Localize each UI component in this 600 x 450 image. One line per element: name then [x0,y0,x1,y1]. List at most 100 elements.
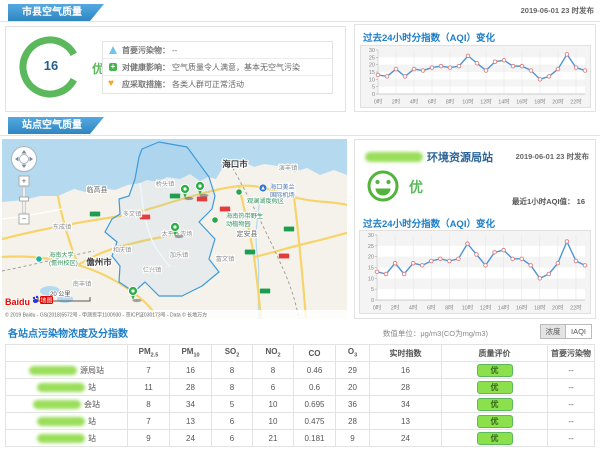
station-name-redaction [37,434,85,443]
svg-text:20: 20 [369,63,375,69]
station-name-cell: 源局站 [6,362,128,379]
tab-city-label: 市县空气质量 [22,7,82,18]
table-row: 站1128860.62028优-- [6,379,595,396]
value-cell: 28 [336,413,370,430]
city-publish-time: 2019-06-01 23 时发布 [521,5,594,16]
value-cell: 16 [170,362,212,379]
value-cell: 8 [128,396,170,413]
station-name-redaction [33,400,81,409]
grade-cell: 优 [442,396,548,413]
value-cell: 36 [336,396,370,413]
svg-text:20时: 20时 [552,304,564,312]
grade-cell: 优 [442,413,548,430]
info-value: 各类人群可正常活动 [172,79,244,90]
info-value: 空气质量令人满意，基本无空气污染 [172,62,300,73]
grade-cell: 优 [442,430,548,447]
divider [0,21,600,22]
value-cell: 0.46 [294,362,336,379]
value-cell: 5 [212,396,253,413]
health-plus-icon [109,63,117,71]
airport-label: 海口美兰 [270,183,295,191]
primary-pollutant-cell: -- [548,413,595,430]
tab-station-air-quality: 站点空气质量 [8,117,104,134]
svg-text:−: − [22,215,27,224]
value-cell: 28 [170,379,212,396]
map-pan-control[interactable] [12,147,37,172]
svg-text:12时: 12时 [480,304,492,312]
heart-icon [109,81,117,89]
map-town-label: 加乐镇 [170,251,189,259]
road-shield-green [284,226,295,231]
info-label: 首要污染物： [122,45,170,56]
map-city-label: 儋州市 [86,257,112,267]
svg-text:15: 15 [368,266,374,272]
value-cell: 0.6 [294,379,336,396]
svg-text:4时: 4时 [409,304,418,312]
table-header-row: PM2.5PM10SO2NO2COO3实时指数质量评价首要污染物 [6,345,595,362]
value-cell: 0.475 [294,413,336,430]
svg-text:6时: 6时 [427,304,436,312]
table-row: 源局站716880.462916优-- [6,362,595,379]
svg-text:25: 25 [368,244,374,250]
column-header: PM2.5 [128,345,170,362]
grade-cell: 优 [442,362,548,379]
svg-text:5: 5 [372,85,375,91]
station-name-suffix: 站 [88,383,96,392]
svg-text:30: 30 [369,48,375,54]
value-cell: 28 [370,379,442,396]
city-chart-card: 过去24小时分指数（AQI）变化 0510152025300时2时4时6时8时1… [354,24,596,112]
map-town-label: 东成镇 [53,223,72,231]
value-cell: 10 [253,413,294,430]
svg-text:16时: 16时 [516,304,528,312]
tab-station-label: 站点空气质量 [22,120,82,131]
value-cell: 9 [128,430,170,447]
svg-text:2时: 2时 [391,304,400,312]
primary-pollutant-cell: -- [548,362,595,379]
station-grade: 优 [409,177,423,197]
map-scale-label: 20 公里 [50,291,70,298]
station-name-redaction [37,417,85,426]
road-shield-green [170,193,181,198]
svg-text:20时: 20时 [552,98,564,106]
svg-text:0时: 0时 [374,98,383,106]
unit-toggle-浓度[interactable]: 浓度 [540,324,566,339]
svg-text:22时: 22时 [570,304,582,312]
map-zoom-control[interactable]: + − [19,176,29,224]
aqi-info-row: 首要污染物：-- [103,42,332,59]
poi-icon [212,217,218,223]
value-cell: 16 [370,362,442,379]
poi-icon [236,189,242,195]
road-shield-green [260,288,271,293]
svg-text:15: 15 [369,70,375,76]
grade-badge: 优 [477,398,513,411]
station-map[interactable]: 海口市儋州市临高县定安县桥头镇多文镇东成镇和庆镇仁兴镇南丰镇加乐镇太平乡农场富文… [2,139,347,319]
tab-city-air-quality: 市县空气质量 [8,4,104,21]
map-poi-label: 动植物园 [226,220,251,228]
aqi-info-row: 应采取措施：各类人群可正常活动 [103,76,332,93]
svg-text:14时: 14时 [498,98,510,106]
svg-text:Baidu: Baidu [5,297,30,307]
svg-text:0时: 0时 [373,304,382,312]
svg-text:8时: 8时 [446,98,455,106]
city-aqi-card: 16 优 首要污染物：--对健康影响：空气质量令人满意，基本无空气污染应采取措施… [5,26,346,112]
latest-aqi-value: 16 [577,197,585,206]
road-shield-green [245,249,256,254]
grade-badge: 优 [477,364,513,377]
value-cell: 10 [253,396,294,413]
station-name-cell: 站 [6,379,128,396]
svg-text:地图: 地图 [40,296,52,304]
divider [0,135,600,136]
svg-text:4时: 4时 [410,98,419,106]
city-aqi-24h-chart: 0510152025300时2时4时6时8时10时12时14时16时18时20时… [360,45,591,108]
info-value: -- [172,46,177,55]
svg-text:10: 10 [369,77,375,83]
svg-text:10: 10 [368,276,374,282]
svg-text:16时: 16时 [516,98,528,106]
primary-pollutant-cell: -- [548,396,595,413]
unit-toggle-IAQI[interactable]: IAQI [566,324,592,339]
pollutant-table: PM2.5PM10SO2NO2COO3实时指数质量评价首要污染物 源局站7168… [5,344,595,447]
svg-text:10时: 10时 [462,98,474,106]
column-header: 首要污染物 [548,345,595,362]
value-cell: 7 [128,413,170,430]
value-cell: 0.695 [294,396,336,413]
